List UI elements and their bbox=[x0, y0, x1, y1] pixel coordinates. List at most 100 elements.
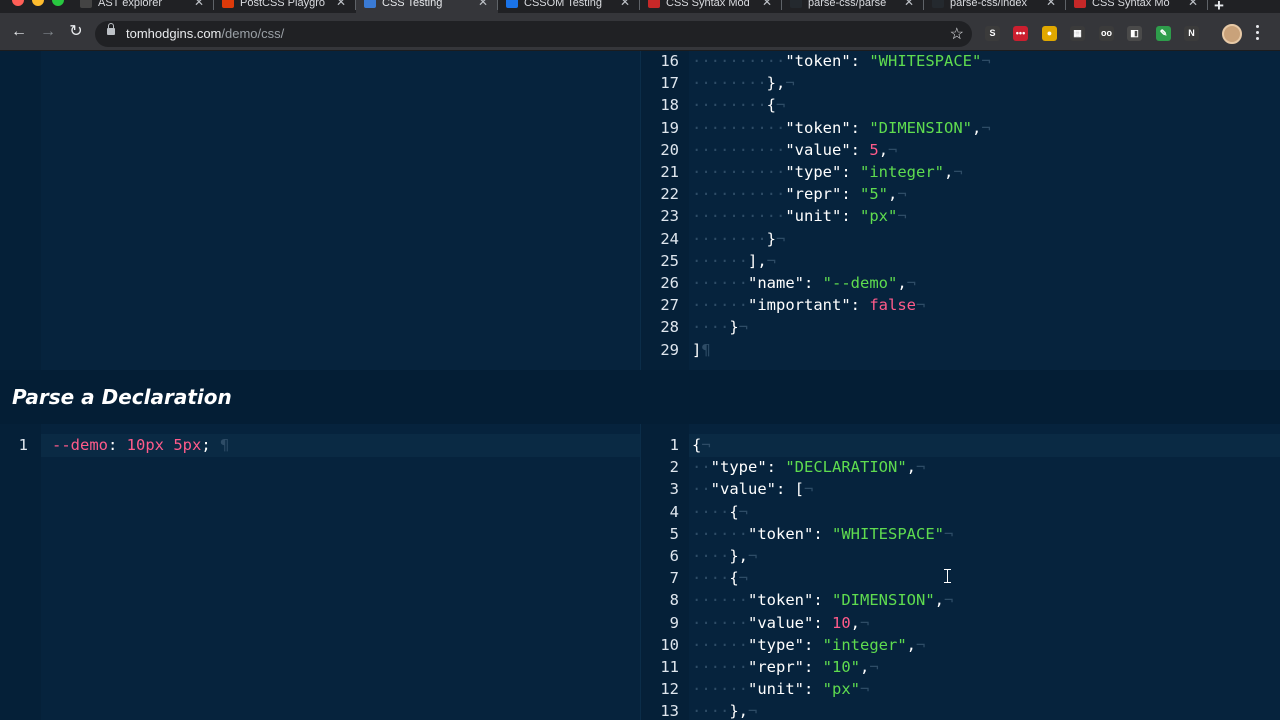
code-line: ··········"token": "WHITESPACE"¬ bbox=[692, 51, 991, 72]
token-key: "unit" bbox=[748, 680, 804, 699]
token-str: "px" bbox=[822, 680, 860, 699]
line-number: 27 bbox=[660, 296, 679, 315]
tab-3[interactable]: CSS Testing ✕ bbox=[356, 0, 498, 13]
tab-6[interactable]: parse-css/parse ✕ bbox=[782, 0, 924, 13]
code-line: ······],¬ bbox=[692, 250, 776, 272]
token-ws: ·· bbox=[692, 458, 711, 477]
close-window-button[interactable] bbox=[12, 0, 24, 6]
token-ws: ···· bbox=[692, 229, 730, 248]
minimize-window-button[interactable] bbox=[32, 0, 44, 6]
token-ws: ¶ bbox=[210, 436, 230, 454]
glasses-extension-icon[interactable]: oo bbox=[1099, 26, 1114, 41]
lastpass-icon[interactable]: ••• bbox=[1013, 26, 1028, 41]
back-button[interactable]: ← bbox=[9, 22, 29, 42]
n-extension-icon[interactable]: N bbox=[1184, 26, 1199, 41]
tab-7[interactable]: parse-css/index ✕ bbox=[924, 0, 1066, 13]
line-number: 6 bbox=[669, 547, 679, 565]
token-ws: ¬ bbox=[916, 635, 926, 654]
token-pn: : bbox=[804, 658, 823, 676]
output-active-line bbox=[689, 434, 1280, 457]
bookmark-star-icon[interactable]: ☆ bbox=[950, 24, 964, 44]
close-tab-icon[interactable]: ✕ bbox=[762, 0, 772, 8]
token-key: "repr" bbox=[748, 658, 804, 676]
reload-button[interactable]: ↻ bbox=[66, 22, 86, 42]
token-ws: ·· bbox=[766, 207, 786, 226]
close-tab-icon[interactable]: ✕ bbox=[1188, 0, 1198, 8]
token-ws: ·· bbox=[729, 591, 748, 610]
puzzle-extension-icon[interactable]: ◧ bbox=[1127, 26, 1142, 41]
close-tab-icon[interactable]: ✕ bbox=[336, 0, 346, 8]
token-ws: ···· bbox=[692, 680, 730, 699]
close-tab-icon[interactable]: ✕ bbox=[620, 0, 630, 8]
url-host: tomhodgins.com bbox=[126, 26, 222, 41]
close-tab-icon[interactable]: ✕ bbox=[1046, 0, 1056, 8]
token-key: "repr" bbox=[785, 185, 842, 204]
token-pn: : bbox=[841, 163, 861, 181]
token-ws: ¬ bbox=[944, 591, 954, 610]
token-ws: ·· bbox=[729, 680, 748, 699]
profile-avatar[interactable] bbox=[1222, 24, 1242, 44]
new-tab-button[interactable]: + bbox=[1214, 0, 1224, 13]
token-ws: ¬ bbox=[776, 96, 786, 115]
code-line: ··"type": "DECLARATION",¬ bbox=[692, 456, 925, 478]
code-line: ····},¬ bbox=[692, 545, 757, 567]
token-ws: ¬ bbox=[748, 702, 758, 720]
close-tab-icon[interactable]: ✕ bbox=[478, 0, 488, 8]
token-ws: ···· bbox=[692, 524, 730, 543]
token-pn: { bbox=[766, 96, 777, 115]
code-line: ······"type": "integer",¬ bbox=[692, 634, 925, 656]
calendar-extension-icon[interactable]: ▦ bbox=[1070, 26, 1085, 41]
token-str: "10" bbox=[822, 658, 860, 676]
token-pn: : bbox=[804, 680, 823, 699]
token-ws: ¬ bbox=[738, 502, 749, 521]
tab-2[interactable]: PostCSS Playgro ✕ bbox=[214, 0, 356, 13]
token-pn: { bbox=[729, 502, 739, 521]
code-line: ········},¬ bbox=[692, 72, 795, 94]
line-number: 17 bbox=[660, 74, 679, 93]
token-ws: ¬ bbox=[785, 74, 795, 93]
browser-menu-icon[interactable] bbox=[1256, 25, 1260, 41]
code-line: ··"value": [¬ bbox=[692, 478, 813, 500]
color-picker-icon[interactable]: ✎ bbox=[1156, 26, 1171, 41]
token-pn: , bbox=[934, 591, 944, 610]
address-bar[interactable]: tomhodgins.com/demo/css/ ☆ bbox=[95, 21, 972, 47]
forward-button[interactable]: → bbox=[38, 22, 58, 42]
token-prop: --demo bbox=[52, 436, 108, 454]
token-ws: ·· bbox=[748, 52, 767, 70]
line-number: 4 bbox=[669, 502, 679, 521]
tab-1[interactable]: AST explorer ✕ bbox=[72, 0, 214, 13]
line-number: 26 bbox=[660, 274, 679, 292]
tab-label: CSSOM Testing bbox=[524, 0, 603, 9]
maximize-window-button[interactable] bbox=[52, 0, 64, 6]
token-ws: ···· bbox=[692, 547, 730, 565]
token-pn: : bbox=[850, 296, 870, 315]
token-ws: ·· bbox=[729, 163, 748, 181]
token-ws: ¬ bbox=[916, 458, 926, 477]
token-num: 5px bbox=[173, 436, 202, 454]
token-ws: ·· bbox=[729, 274, 748, 292]
token-key: "token" bbox=[748, 524, 814, 543]
tab-4[interactable]: CSSOM Testing ✕ bbox=[498, 0, 640, 13]
line-number: 18 bbox=[660, 96, 679, 115]
token-pn: : bbox=[108, 436, 127, 454]
close-tab-icon[interactable]: ✕ bbox=[904, 0, 914, 8]
token-pn: } bbox=[766, 229, 777, 248]
token-ws: ·· bbox=[748, 229, 767, 248]
token-ws: ·· bbox=[729, 296, 748, 315]
tab-5[interactable]: CSS Syntax Mod ✕ bbox=[640, 0, 782, 13]
code-line: ··········"token": "DIMENSION",¬ bbox=[692, 117, 991, 139]
token-ws: ·· bbox=[766, 52, 786, 70]
close-tab-icon[interactable]: ✕ bbox=[194, 0, 204, 8]
token-str: "integer" bbox=[822, 635, 907, 654]
chrome-color-icon[interactable]: ● bbox=[1042, 26, 1057, 41]
token-ws: ·· bbox=[729, 251, 748, 270]
token-ws: ·· bbox=[729, 524, 748, 543]
token-ws: ···· bbox=[692, 52, 730, 70]
token-pn: , bbox=[906, 635, 917, 654]
s-extension-icon[interactable]: S bbox=[985, 26, 1000, 41]
code-line: --demo: 10px 5px; ¶ bbox=[52, 434, 229, 456]
tab-8[interactable]: CSS Syntax Mo ✕ bbox=[1066, 0, 1208, 13]
code-line: ]¶ bbox=[692, 339, 711, 361]
line-number: 22 bbox=[660, 185, 679, 204]
token-pn: : bbox=[804, 274, 823, 292]
